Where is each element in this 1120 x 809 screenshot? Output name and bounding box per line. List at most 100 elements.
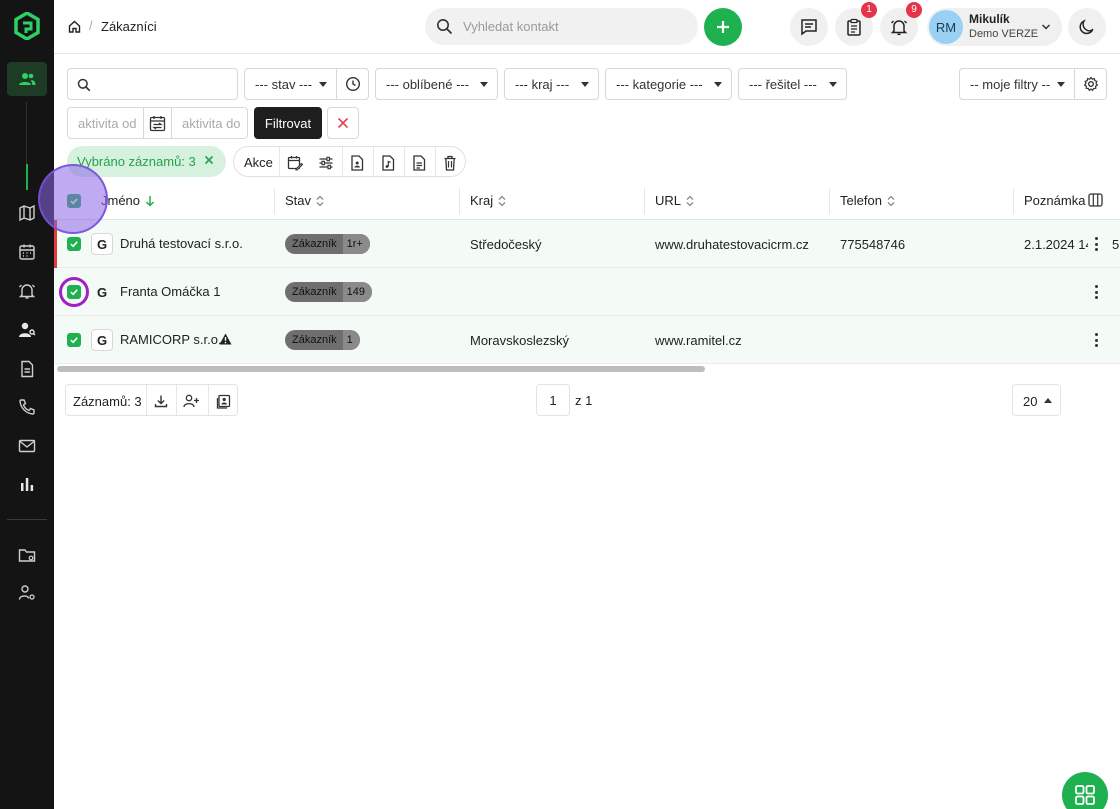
bulk-export-audio-button[interactable]	[377, 152, 399, 174]
google-icon[interactable]: G	[91, 329, 113, 351]
kategorie-select[interactable]: --- kategorie ---	[605, 68, 732, 100]
user-menu[interactable]: RM Mikulík Demo VERZE	[927, 8, 1062, 46]
google-icon[interactable]: G	[91, 233, 113, 255]
page-number-input[interactable]: 1	[536, 384, 570, 416]
aktivita-do-placeholder: aktivita do	[182, 116, 241, 131]
status-badge: Zákazník 149	[285, 282, 372, 302]
cell-name[interactable]: Franta Omáčka 1	[120, 284, 220, 299]
column-divider	[644, 188, 645, 214]
sidebar-item-email[interactable]	[15, 434, 39, 458]
clear-selection-close-icon[interactable]	[202, 153, 216, 167]
column-header-stav[interactable]: Stav	[285, 193, 324, 208]
sidebar-item-contacts[interactable]	[15, 318, 39, 342]
row-checkbox[interactable]	[67, 333, 81, 347]
horizontal-scrollbar[interactable]	[57, 366, 705, 372]
sidebar-item-calls[interactable]	[15, 395, 39, 419]
google-icon[interactable]: G	[91, 281, 113, 303]
calendar-edit-icon	[287, 156, 303, 171]
column-label: URL	[655, 193, 682, 208]
column-header-url[interactable]: URL	[655, 193, 694, 208]
stav-history-button[interactable]	[336, 68, 369, 100]
aktivita-do-input[interactable]: aktivita do	[171, 107, 248, 139]
bulk-export-contact-button[interactable]	[346, 152, 368, 174]
status-badge: Zákazník 1r+	[285, 234, 370, 254]
column-header-jmeno[interactable]: Jméno	[101, 193, 155, 208]
status-badge-label: Zákazník	[292, 238, 337, 250]
per-page-select[interactable]: 20	[1012, 384, 1061, 416]
stav-select[interactable]: --- stav ---	[244, 68, 337, 100]
row-menu-icon[interactable]	[1090, 284, 1102, 300]
apps-grid-button[interactable]	[1062, 772, 1108, 809]
cell-url[interactable]: www.druhatestovacicrm.cz	[655, 237, 809, 252]
file-text-icon	[413, 155, 426, 171]
actions-label[interactable]: Akce	[244, 155, 273, 170]
app-logo-icon[interactable]	[14, 12, 40, 40]
sort-icon	[498, 195, 506, 206]
theme-toggle-button[interactable]	[1068, 8, 1106, 46]
column-header-telefon[interactable]: Telefon	[840, 193, 895, 208]
search-input[interactable]: Vyhledat kontakt	[463, 19, 559, 34]
notifications-button[interactable]: 9	[880, 2, 922, 46]
filter-settings-button[interactable]	[1074, 68, 1107, 100]
sort-icon	[316, 195, 324, 206]
date-range-button[interactable]	[143, 107, 172, 139]
export-button[interactable]	[150, 390, 172, 412]
cell-name[interactable]: Druhá testovací s.r.o.	[120, 236, 243, 251]
user-search-icon	[19, 322, 36, 337]
sidebar-item-reports[interactable]	[15, 472, 39, 496]
table-row[interactable]: G Franta Omáčka 1 Zákazník 149	[54, 268, 1120, 316]
trash-icon	[444, 155, 456, 171]
sidebar-item-customers[interactable]	[7, 62, 47, 96]
sidebar-item-map[interactable]	[15, 201, 39, 225]
table-row[interactable]: G Druhá testovací s.r.o. Zákazník 1r+ St…	[54, 220, 1120, 268]
sidebar-item-files[interactable]	[15, 543, 39, 567]
close-icon	[337, 117, 349, 129]
tasks-button[interactable]: 1	[835, 2, 877, 46]
warning-icon	[219, 333, 232, 345]
cell-telefon[interactable]: 775548746	[840, 237, 905, 252]
row-checkbox[interactable]	[67, 237, 81, 251]
stav-select-value: --- stav ---	[255, 77, 313, 92]
sidebar-item-user-settings[interactable]	[15, 581, 39, 605]
aktivita-od-input[interactable]: aktivita od	[67, 107, 144, 139]
cell-kraj: Středočeský	[470, 237, 542, 252]
add-button[interactable]	[704, 8, 742, 46]
filter-button[interactable]: Filtrovat	[254, 107, 322, 139]
sidebar-item-calendar[interactable]	[15, 240, 39, 264]
home-icon[interactable]	[68, 20, 81, 33]
add-contact-button[interactable]	[180, 390, 202, 412]
kraj-select[interactable]: --- kraj ---	[504, 68, 599, 100]
download-icon	[154, 395, 168, 408]
table-row[interactable]: G RAMICORP s.r.o. Zákazník 1 Moravskosle…	[54, 316, 1120, 364]
column-label: Telefon	[840, 193, 882, 208]
messages-button[interactable]	[790, 8, 828, 46]
row-menu-icon[interactable]	[1090, 236, 1102, 252]
cell-name[interactable]: RAMICORP s.r.o.	[120, 332, 222, 347]
columns-toggle-icon[interactable]	[1088, 193, 1103, 207]
oblibene-select[interactable]: --- oblíbené ---	[375, 68, 498, 100]
column-divider	[1013, 188, 1014, 214]
contact-cards-button[interactable]	[212, 390, 234, 412]
selected-count-label: Vybráno záznamů: 3	[77, 154, 196, 169]
folder-settings-icon	[18, 549, 36, 562]
column-header-kraj[interactable]: Kraj	[470, 193, 506, 208]
row-menu-icon[interactable]	[1090, 332, 1102, 348]
divider	[146, 385, 147, 415]
column-label: Kraj	[470, 193, 494, 208]
resitel-select[interactable]: --- řešitel ---	[738, 68, 847, 100]
column-header-poznamka[interactable]: Poznámka	[1024, 193, 1085, 208]
filter-search-input[interactable]	[67, 68, 238, 100]
bulk-edit-calendar-button[interactable]	[284, 152, 306, 174]
contact-search[interactable]: Vyhledat kontakt	[425, 8, 698, 45]
cell-url[interactable]: www.ramitel.cz	[655, 333, 742, 348]
moje-filtry-select[interactable]: -- moje filtry --	[959, 68, 1075, 100]
bulk-adjust-button[interactable]	[315, 152, 337, 174]
bulk-document-button[interactable]	[408, 152, 430, 174]
top-header: / Zákazníci Vyhledat kontakt 1 9 RM Miku…	[54, 0, 1120, 54]
status-badge-count: 1r+	[342, 234, 370, 254]
bulk-delete-button[interactable]	[439, 152, 461, 174]
clear-filter-button[interactable]	[327, 107, 359, 139]
contact-card-icon	[216, 394, 230, 409]
sidebar-item-documents[interactable]	[15, 357, 39, 381]
sidebar-item-reminders[interactable]	[15, 279, 39, 303]
